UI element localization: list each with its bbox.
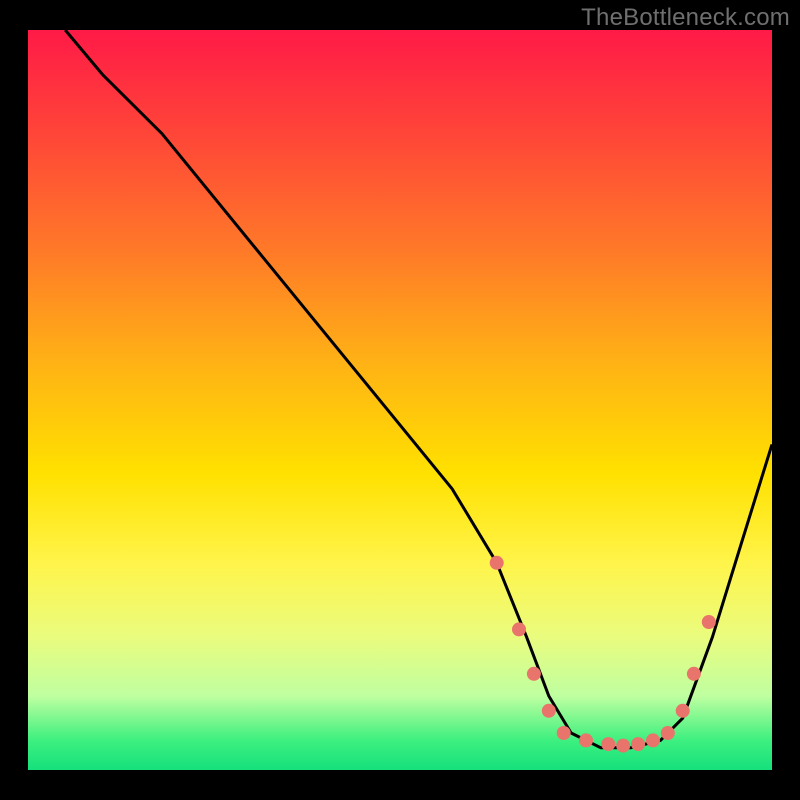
- curve-marker: [512, 622, 526, 636]
- curve-marker: [676, 704, 690, 718]
- chart-canvas: [0, 0, 800, 800]
- curve-marker: [702, 615, 716, 629]
- curve-marker: [601, 737, 615, 751]
- gradient-background: [28, 30, 772, 770]
- curve-marker: [631, 737, 645, 751]
- chart-root: TheBottleneck.com: [0, 0, 800, 800]
- curve-marker: [527, 667, 541, 681]
- curve-marker: [490, 556, 504, 570]
- watermark-text: TheBottleneck.com: [581, 4, 790, 32]
- curve-marker: [542, 704, 556, 718]
- curve-marker: [661, 726, 675, 740]
- curve-marker: [687, 667, 701, 681]
- curve-marker: [616, 739, 630, 753]
- curve-marker: [646, 733, 660, 747]
- curve-marker: [579, 733, 593, 747]
- curve-marker: [557, 726, 571, 740]
